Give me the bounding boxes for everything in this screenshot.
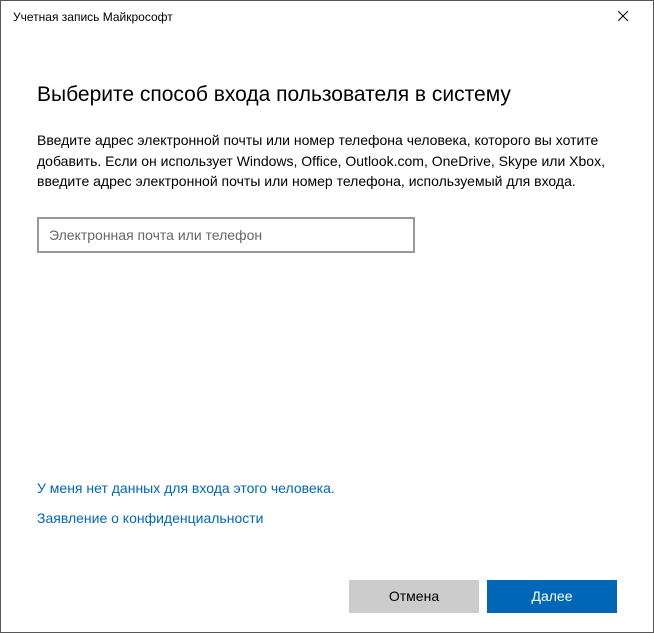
window-title: Учетная запись Майкрософт [13,10,600,24]
email-phone-input[interactable] [37,217,415,253]
close-icon [618,10,628,24]
footer: Отмена Далее [1,560,653,632]
close-button[interactable] [600,2,645,32]
cancel-button[interactable]: Отмена [349,580,479,613]
no-signin-info-link[interactable]: У меня нет данных для входа этого челове… [37,480,617,496]
privacy-statement-link[interactable]: Заявление о конфиденциальности [37,510,617,526]
spacer [37,253,617,480]
page-description: Введите адрес электронной почты или номе… [37,130,617,191]
page-heading: Выберите способ входа пользователя в сис… [37,81,617,108]
titlebar: Учетная запись Майкрософт [1,1,653,33]
content-area: Выберите способ входа пользователя в сис… [1,33,653,560]
links-section: У меня нет данных для входа этого челове… [37,480,617,540]
next-button[interactable]: Далее [487,580,617,613]
